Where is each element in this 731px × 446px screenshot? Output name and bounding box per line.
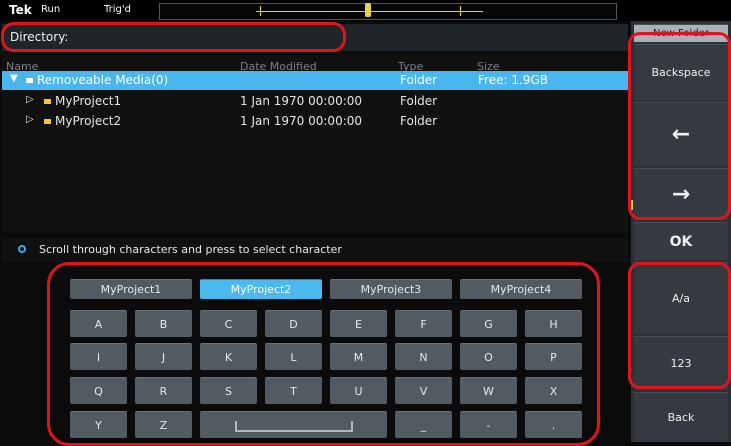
file-date: 1 Jan 1970 00:00:00: [240, 94, 363, 108]
trigger-position-marker: [365, 3, 371, 17]
file-row[interactable]: ▷ MyProject1 1 Jan 1970 00:00:00 Folder: [2, 92, 628, 111]
back-button[interactable]: Back: [634, 392, 728, 442]
file-name: MyProject1: [55, 94, 122, 108]
annotation-circle-directory: [1, 22, 346, 52]
knob-indicator-icon: [18, 245, 26, 253]
file-type: Folder: [400, 94, 438, 108]
file-row[interactable]: ▼ Removeable Media(0) Folder Free: 1.9GB: [2, 71, 628, 90]
folder-icon: [26, 78, 33, 83]
annotation-circle-mode-buttons: [628, 262, 731, 389]
file-list[interactable]: Name Date Modified Type Size ▼ Removeabl…: [2, 54, 628, 232]
hint-text: Scroll through characters and press to s…: [39, 243, 342, 256]
file-type: Folder: [400, 73, 438, 87]
tek-logo: Tek: [9, 3, 32, 17]
trigger-status: Trig'd: [104, 4, 131, 15]
file-date: 1 Jan 1970 00:00:00: [240, 114, 363, 128]
file-size: Free: 1.9GB: [478, 73, 548, 87]
status-bar: Tek Run Trig'd: [0, 0, 731, 21]
annotation-circle-keyboard: [47, 262, 600, 446]
collapsed-triangle-icon[interactable]: ▷: [26, 114, 34, 125]
waveform-right-bracket: [460, 6, 461, 16]
waveform-left-bracket: [260, 6, 261, 16]
expanded-triangle-icon[interactable]: ▼: [10, 73, 18, 84]
ok-button[interactable]: OK: [634, 222, 728, 260]
keyboard-hint: Scroll through characters and press to s…: [2, 238, 628, 262]
file-type: Folder: [400, 114, 438, 128]
file-name: MyProject2: [55, 114, 122, 128]
folder-icon: [44, 99, 51, 104]
collapsed-triangle-icon[interactable]: ▷: [26, 94, 34, 105]
folder-icon: [44, 119, 51, 124]
annotation-circle-edit-buttons: [628, 32, 731, 220]
file-row[interactable]: ▷ MyProject2 1 Jan 1970 00:00:00 Folder: [2, 112, 628, 131]
file-name: Removeable Media(0): [37, 73, 169, 87]
run-status: Run: [41, 4, 61, 15]
waveform-overview: [159, 3, 617, 20]
